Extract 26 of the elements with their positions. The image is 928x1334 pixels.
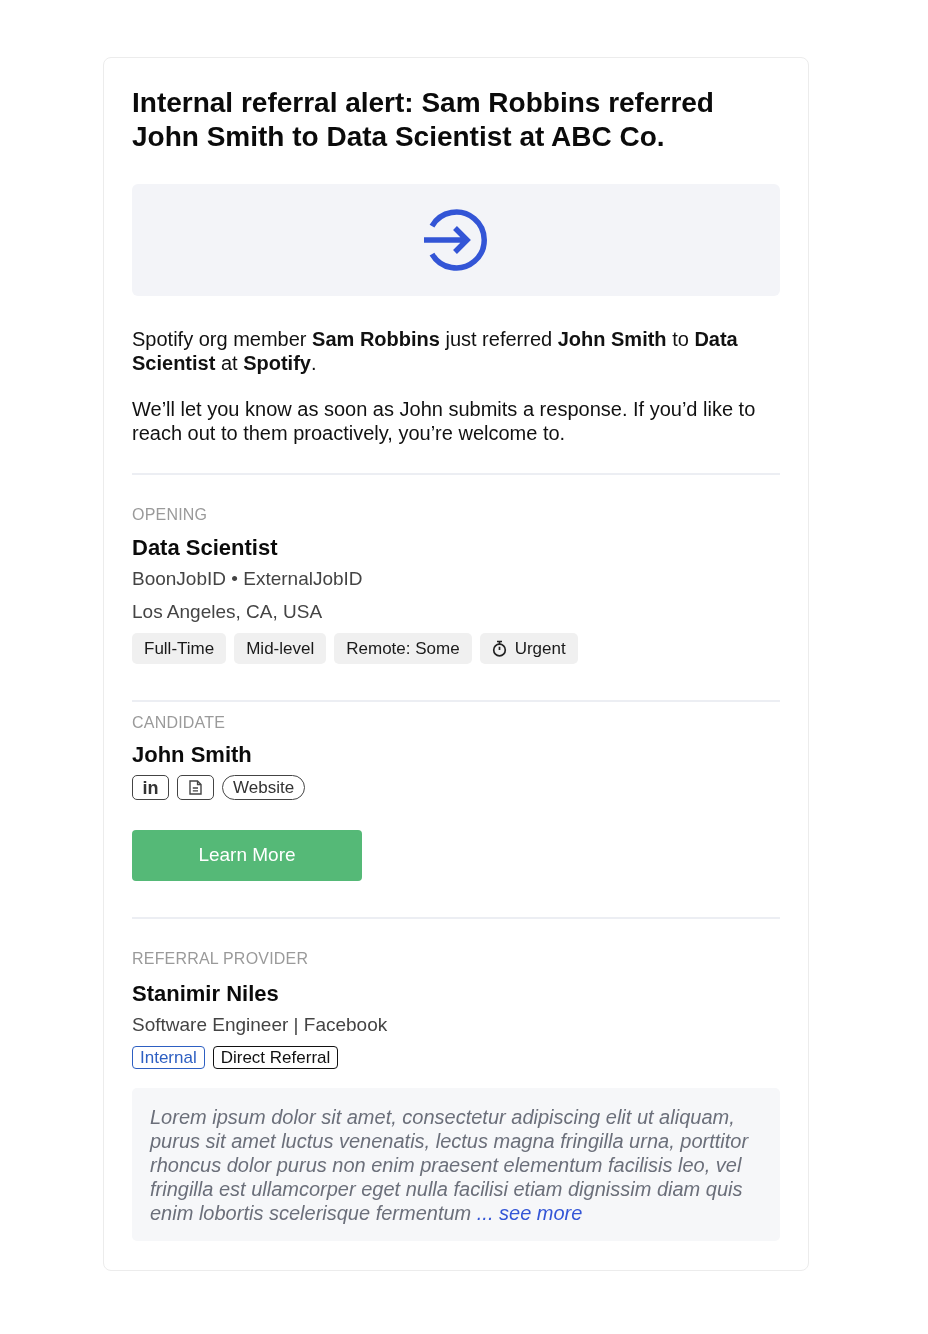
job-location: Los Angeles, CA, USA [132,600,324,624]
comment-text: Lorem ipsum dolor sit amet, consectetur adipiscing elit ut aliquam, purus sit amet luctus venenatis, lectus magna fringilla urna, porttitor rhoncus dolor purus non enim praesent elementum facilisis leo, vel fringilla est ullamcorper eget nulla facilisi etiam dignissim diam quis enim lobortis scelerisque fermentum ... see more [150,1105,750,1225]
section-label: OPENING [132,505,209,525]
document-icon [189,780,202,795]
see-more-link[interactable]: ... see more [476,1202,583,1224]
intro-paragraph: Spotify org member Sam Robbins just referred John Smith to Data Scientist at Spotify. [132,327,739,375]
job-title: Data Scientist [132,534,279,562]
section-label: REFERRAL PROVIDER [132,949,310,969]
job-ids: BoonJobID • ExternalJobID [132,567,364,591]
stopwatch-icon [491,640,507,657]
referrer-role: Software Engineer | Facebook [132,1013,389,1037]
note-paragraph: We’ll let you know as soon as John submits a response. If you’d like to reach out to them proactively, you’re welcome to. [132,397,757,445]
referral-tag: Internal [132,1046,205,1069]
job-tag: Full-Time [132,633,227,664]
email-title: Internal referral alert: Sam Robbins referred John Smith to Data Scientist at ABC Co. [132,86,715,154]
arrow-circle-icon [423,207,489,273]
profile-link[interactable]: in [132,775,169,800]
website-link[interactable]: Website [222,775,306,800]
job-tag: Remote: Some [334,633,472,664]
resume-link[interactable] [177,775,214,800]
candidate-name: John Smith [132,741,253,769]
referral-tag: Direct Referral [212,1046,339,1069]
tag-text: Urgent [514,638,566,660]
job-tag: Mid-level [234,633,327,664]
referrer-name: Stanimir Niles [132,980,280,1008]
section-label: CANDIDATE [132,713,227,733]
